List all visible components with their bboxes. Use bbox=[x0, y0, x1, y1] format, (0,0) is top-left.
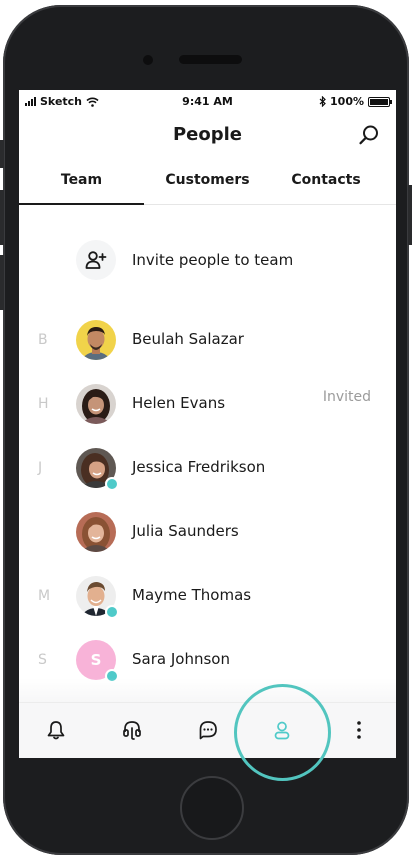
person-name: Mayme Thomas bbox=[132, 586, 252, 604]
list-item[interactable]: B Beulah Salazar bbox=[19, 320, 396, 360]
list-item[interactable]: J Jessica Fredrikson bbox=[19, 448, 396, 491]
section-letter: S bbox=[38, 652, 47, 668]
chat-bubble-icon[interactable] bbox=[193, 717, 223, 743]
section-letter: B bbox=[38, 332, 48, 348]
person-name: Beulah Salazar bbox=[132, 330, 244, 348]
person-name: Julia Saunders bbox=[132, 522, 239, 540]
bluetooth-icon bbox=[319, 96, 326, 107]
online-indicator bbox=[105, 605, 119, 619]
page-title: People bbox=[172, 124, 243, 145]
volume-up-button bbox=[0, 190, 4, 245]
person-name: Jessica Fredrikson bbox=[132, 458, 266, 476]
home-button[interactable] bbox=[180, 776, 244, 840]
avatar bbox=[76, 320, 116, 360]
app-screen: Sketch 9:41 AM 100% People Team Customer… bbox=[19, 90, 396, 758]
section-letter: M bbox=[38, 588, 51, 604]
invite-label: Invite people to team bbox=[132, 251, 294, 269]
list-item[interactable]: S S Sara Johnson bbox=[19, 640, 396, 683]
list-item[interactable]: Julia Saunders bbox=[19, 512, 396, 552]
power-button bbox=[408, 185, 412, 245]
tab-team[interactable]: Team bbox=[19, 170, 144, 205]
search-icon[interactable] bbox=[358, 124, 380, 146]
invite-people-row[interactable]: Invite people to team bbox=[76, 240, 293, 280]
battery-icon bbox=[368, 96, 392, 107]
section-letter: J bbox=[38, 460, 43, 476]
avatar bbox=[76, 384, 116, 424]
tab-contacts[interactable]: Contacts bbox=[263, 170, 389, 204]
more-vertical-icon[interactable] bbox=[344, 717, 374, 743]
battery-percent: 100% bbox=[330, 95, 364, 108]
bottom-tab-bar bbox=[19, 702, 396, 758]
front-camera bbox=[143, 55, 153, 65]
bell-icon[interactable] bbox=[41, 717, 71, 743]
list-item[interactable]: H Helen Evans Invited bbox=[19, 384, 396, 424]
person-name: Helen Evans bbox=[132, 394, 226, 412]
section-letter: H bbox=[38, 396, 49, 412]
status-bar: Sketch 9:41 AM 100% bbox=[19, 90, 396, 112]
volume-down-button bbox=[0, 255, 4, 310]
invited-status: Invited bbox=[322, 389, 371, 405]
avatar bbox=[76, 512, 116, 552]
headset-icon[interactable] bbox=[117, 717, 147, 743]
tab-bar-top: Team Customers Contacts bbox=[19, 170, 396, 205]
online-indicator bbox=[105, 477, 119, 491]
mute-switch bbox=[0, 140, 4, 168]
add-user-icon bbox=[76, 240, 116, 280]
person-name: Sara Johnson bbox=[132, 650, 230, 668]
tab-customers[interactable]: Customers bbox=[145, 170, 270, 204]
earpiece-speaker bbox=[179, 55, 242, 64]
list-item[interactable]: M Mayme Thomas bbox=[19, 576, 396, 619]
tap-highlight-ring bbox=[234, 684, 331, 781]
